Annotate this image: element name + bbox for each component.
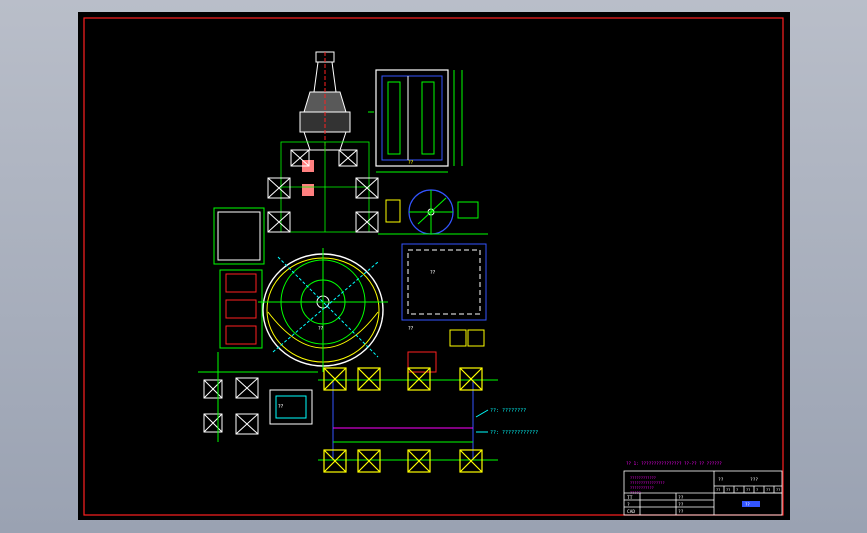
foundation-pads — [323, 367, 483, 473]
tb-row-label: CAD — [627, 509, 635, 515]
tb-grid-cell: ?? — [716, 488, 720, 492]
leader-line — [475, 409, 489, 418]
tb-row-label: ? — [627, 502, 630, 508]
dim-label: ?? — [408, 326, 414, 332]
elevation-view — [368, 69, 463, 173]
drawing-notes: ?? 1: ???????????????? ??-?? ?? ?????? ?… — [626, 461, 722, 495]
marker-pink — [302, 184, 314, 196]
tb-header: ??? — [750, 477, 758, 483]
callout-2: ??: ???????????? — [490, 430, 538, 436]
note-block-line: ??????????? — [630, 486, 654, 490]
tb-grid-cell: ?? — [746, 488, 750, 492]
tb-cell: ?? — [678, 502, 684, 508]
left-pad-panels — [213, 207, 265, 349]
dim-label: ?? — [318, 326, 324, 332]
tb-cell: ?? — [678, 509, 684, 515]
spindle-assembly — [299, 51, 351, 152]
lower-foundation-grid — [318, 379, 498, 461]
note-block-line: ???????????? — [630, 476, 656, 480]
tb-grid-cell: ?? — [726, 488, 730, 492]
drawing-viewport[interactable]: ??: ???????? ??: ???????????? ?? ?? ?? ?… — [78, 12, 790, 520]
cad-drawing-canvas[interactable]: ??: ???????? ??: ???????????? ?? ?? ?? ?… — [78, 12, 790, 520]
note-line-1: ?? 1: ???????????????? ??-?? ?? ?????? — [626, 461, 722, 466]
tb-grid-cell: ?? — [766, 488, 770, 492]
column-pads-upper — [267, 149, 379, 233]
tb-cell: ?? — [678, 495, 684, 501]
title-stamp-text: ?? — [745, 502, 750, 507]
callout-1: ??: ???????? — [490, 408, 526, 414]
right-support-frame — [401, 243, 487, 373]
tb-grid-cell: ?? — [776, 488, 780, 492]
main-bowl-plan — [258, 248, 388, 372]
gear-detail — [378, 189, 488, 235]
lower-left-equipment — [198, 352, 318, 442]
tb-grid-cell: ? — [736, 488, 738, 492]
dim-label: ?? — [430, 270, 436, 276]
tb-header: ?? — [718, 477, 724, 483]
tb-row-label: TT — [627, 495, 633, 501]
note-block-line: ???????????????? — [630, 481, 665, 485]
dim-label: ?? — [278, 404, 284, 410]
dim-label: ?? — [408, 160, 414, 166]
tb-grid-cell: ? — [756, 488, 758, 492]
